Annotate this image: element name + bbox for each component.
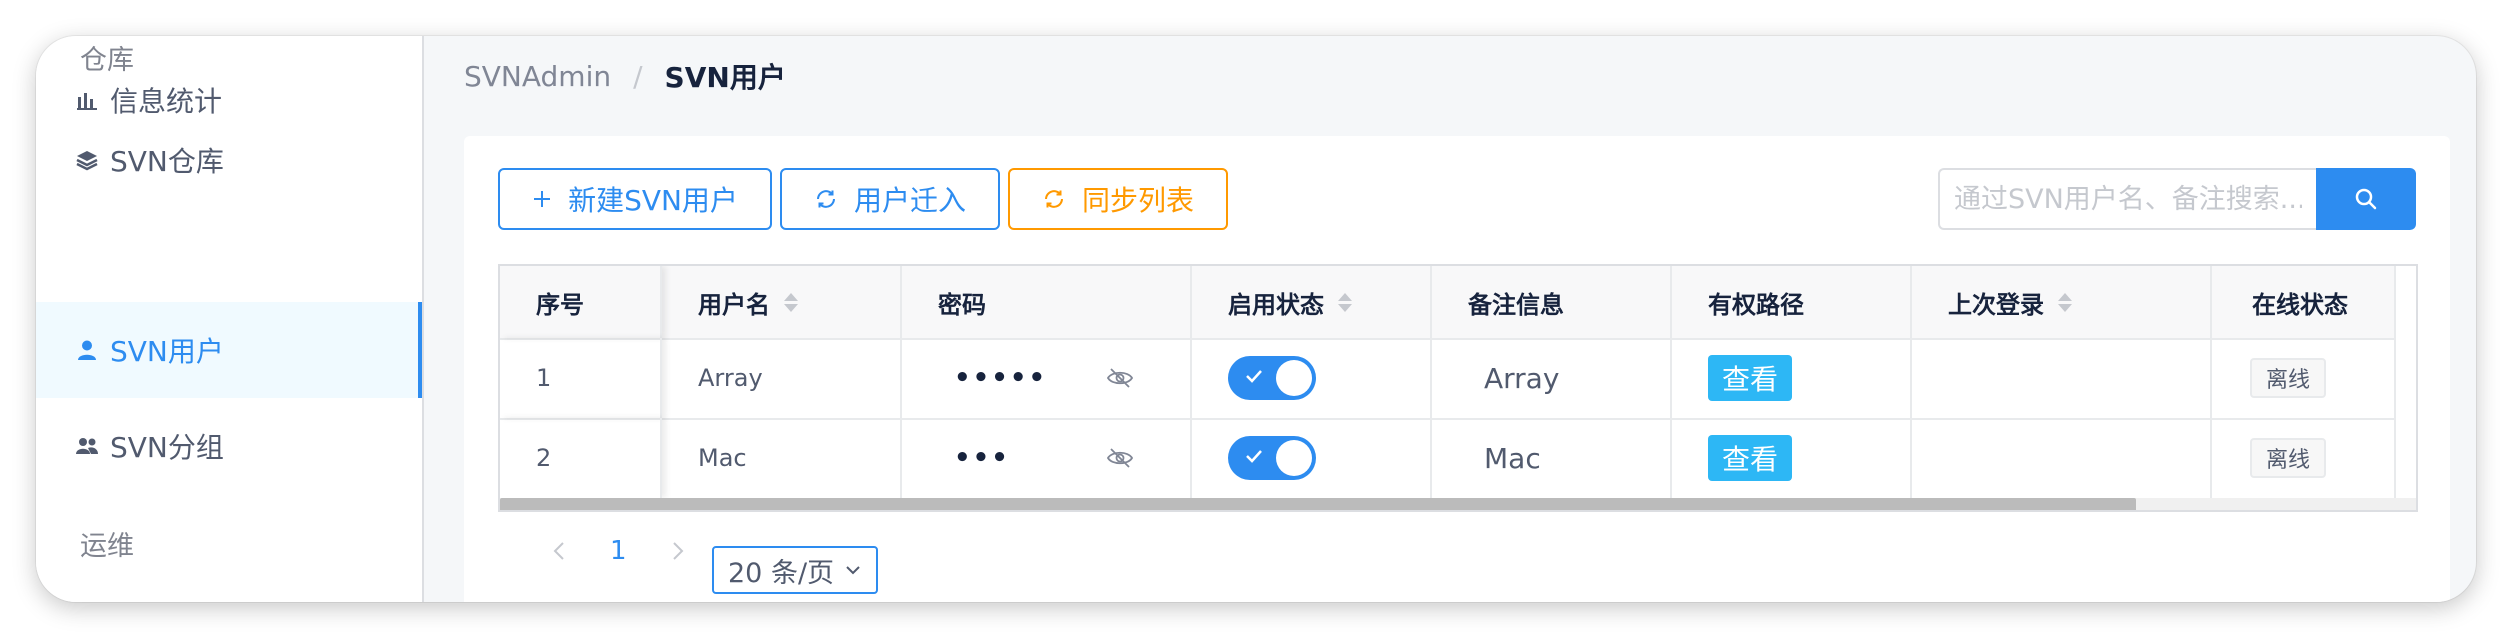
new-user-label: 新建SVN用户 (568, 184, 738, 217)
app-window: 仓库 信息统计 SVN仓库 SVN用户 SVN分组 运维 SVNAdmin / … (36, 36, 2476, 602)
table-row: 2 Mac ••• Mac 查看 离线 (500, 418, 2396, 500)
header-online-status: 在线状态 (2212, 266, 2396, 338)
eye-off-icon[interactable] (1106, 366, 1134, 390)
sort-icon[interactable] (1338, 292, 1352, 312)
cell-last-login (1912, 418, 2212, 498)
breadcrumb: SVNAdmin / SVN用户 (464, 56, 786, 96)
cell-note: Mac (1432, 418, 1672, 498)
status-badge: 离线 (2250, 358, 2327, 398)
cell-path: 查看 (1672, 418, 1912, 498)
plus-icon (532, 189, 552, 209)
search-button[interactable] (2316, 168, 2416, 230)
header-enabled-label: 启用状态 (1228, 290, 1324, 319)
search-input[interactable] (1938, 168, 2316, 230)
view-path-button[interactable]: 查看 (1708, 355, 1793, 401)
header-note: 备注信息 (1432, 266, 1672, 338)
password-dots: ••••• (954, 363, 1048, 393)
sidebar-item-users[interactable]: SVN用户 (36, 302, 422, 398)
cell-last-login (1912, 338, 2212, 418)
migrate-users-label: 用户迁入 (853, 184, 966, 217)
scrollbar-thumb[interactable] (500, 498, 2136, 510)
cell-password: ••••• (902, 338, 1192, 418)
cell-password: ••• (902, 418, 1192, 498)
bar-chart-icon (74, 87, 100, 113)
pagination: 1 (544, 536, 693, 566)
header-index: 序号 (500, 266, 662, 338)
sidebar-item-repos[interactable]: SVN仓库 (36, 112, 422, 208)
header-last-login[interactable]: 上次登录 (1912, 266, 2212, 338)
cell-index: 1 (500, 338, 662, 418)
cell-username: Array (662, 338, 902, 418)
cell-index: 2 (500, 418, 662, 498)
user-icon (74, 337, 100, 363)
content-card: 新建SVN用户 用户迁入 同步列表 序号 用户名 (464, 136, 2450, 602)
header-last-login-label: 上次登录 (1948, 290, 2044, 319)
sidebar-item-label: SVN用户 (110, 335, 224, 368)
breadcrumb-home[interactable]: SVNAdmin (464, 60, 611, 93)
header-password: 密码 (902, 266, 1192, 338)
migrate-users-button[interactable]: 用户迁入 (780, 168, 1000, 230)
search-icon (2353, 186, 2379, 212)
sync-list-button[interactable]: 同步列表 (1008, 168, 1228, 230)
new-user-button[interactable]: 新建SVN用户 (498, 168, 772, 230)
enabled-toggle[interactable] (1228, 356, 1316, 400)
cell-username: Mac (662, 418, 902, 498)
cell-path: 查看 (1672, 338, 1912, 418)
cell-online-status: 离线 (2212, 418, 2396, 498)
cell-online-status: 离线 (2212, 338, 2396, 418)
page-number[interactable]: 1 (610, 536, 627, 566)
sidebar-item-label: SVN仓库 (110, 145, 224, 178)
breadcrumb-current: SVN用户 (664, 61, 786, 94)
stack-icon (74, 147, 100, 173)
check-icon (1246, 450, 1262, 463)
password-dots: ••• (954, 443, 1010, 473)
view-path-button[interactable]: 查看 (1708, 435, 1793, 481)
cell-enabled (1192, 418, 1432, 498)
cell-enabled (1192, 338, 1432, 418)
sort-icon[interactable] (784, 292, 798, 312)
page-size-select[interactable]: 20 条/页 (712, 546, 879, 594)
sidebar-item-label: SVN分组 (110, 431, 224, 464)
check-icon (1246, 370, 1262, 383)
header-enabled[interactable]: 启用状态 (1192, 266, 1432, 338)
table-row: 1 Array ••••• Array 查看 离线 (500, 338, 2396, 420)
breadcrumb-separator: / (633, 59, 643, 93)
sync-list-label: 同步列表 (1081, 184, 1194, 217)
table-header: 序号 用户名 密码 启用状态 备注信息 有权路径 上次登录 在线状态 (500, 266, 2396, 340)
prev-page-icon[interactable] (544, 540, 574, 562)
header-username[interactable]: 用户名 (662, 266, 902, 338)
next-page-icon[interactable] (663, 540, 693, 562)
header-path: 有权路径 (1672, 266, 1912, 338)
sort-icon[interactable] (2058, 292, 2072, 312)
sync-icon (1042, 187, 1066, 211)
chevron-down-icon (844, 564, 862, 576)
page-size-label: 20 条/页 (728, 557, 835, 589)
users-table: 序号 用户名 密码 启用状态 备注信息 有权路径 上次登录 在线状态 1 Arr… (498, 264, 2418, 512)
header-username-label: 用户名 (698, 290, 770, 319)
cell-note: Array (1432, 338, 1672, 418)
status-badge: 离线 (2250, 438, 2327, 478)
group-icon (74, 433, 100, 459)
sidebar: 仓库 信息统计 SVN仓库 SVN用户 SVN分组 运维 (36, 36, 424, 602)
menu-group-ops: 运维 (80, 531, 134, 562)
enabled-toggle[interactable] (1228, 436, 1316, 480)
eye-off-icon[interactable] (1106, 446, 1134, 470)
refresh-icon (814, 187, 838, 211)
horizontal-scrollbar[interactable] (500, 498, 2416, 510)
sidebar-item-groups[interactable]: SVN分组 (36, 398, 422, 494)
